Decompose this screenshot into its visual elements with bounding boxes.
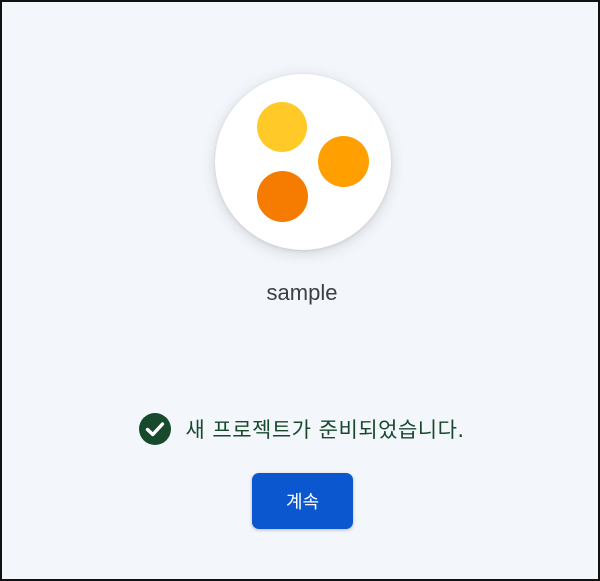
status-text: 새 프로젝트가 준비되었습니다. [185, 418, 465, 442]
project-logo [215, 74, 391, 250]
logo-dot-orange [257, 171, 308, 222]
logo-dot-yellow [257, 102, 307, 152]
project-name: sample [266, 280, 338, 305]
project-ready-dialog: sample 새 프로젝트가 준비되었습니다. 계속 [0, 0, 600, 581]
check-circle-icon [139, 413, 172, 445]
continue-button[interactable]: 계속 [252, 473, 353, 529]
logo-dot-amber [318, 136, 369, 187]
status-message: 새 프로젝트가 준비되었습니다. [2, 413, 600, 445]
